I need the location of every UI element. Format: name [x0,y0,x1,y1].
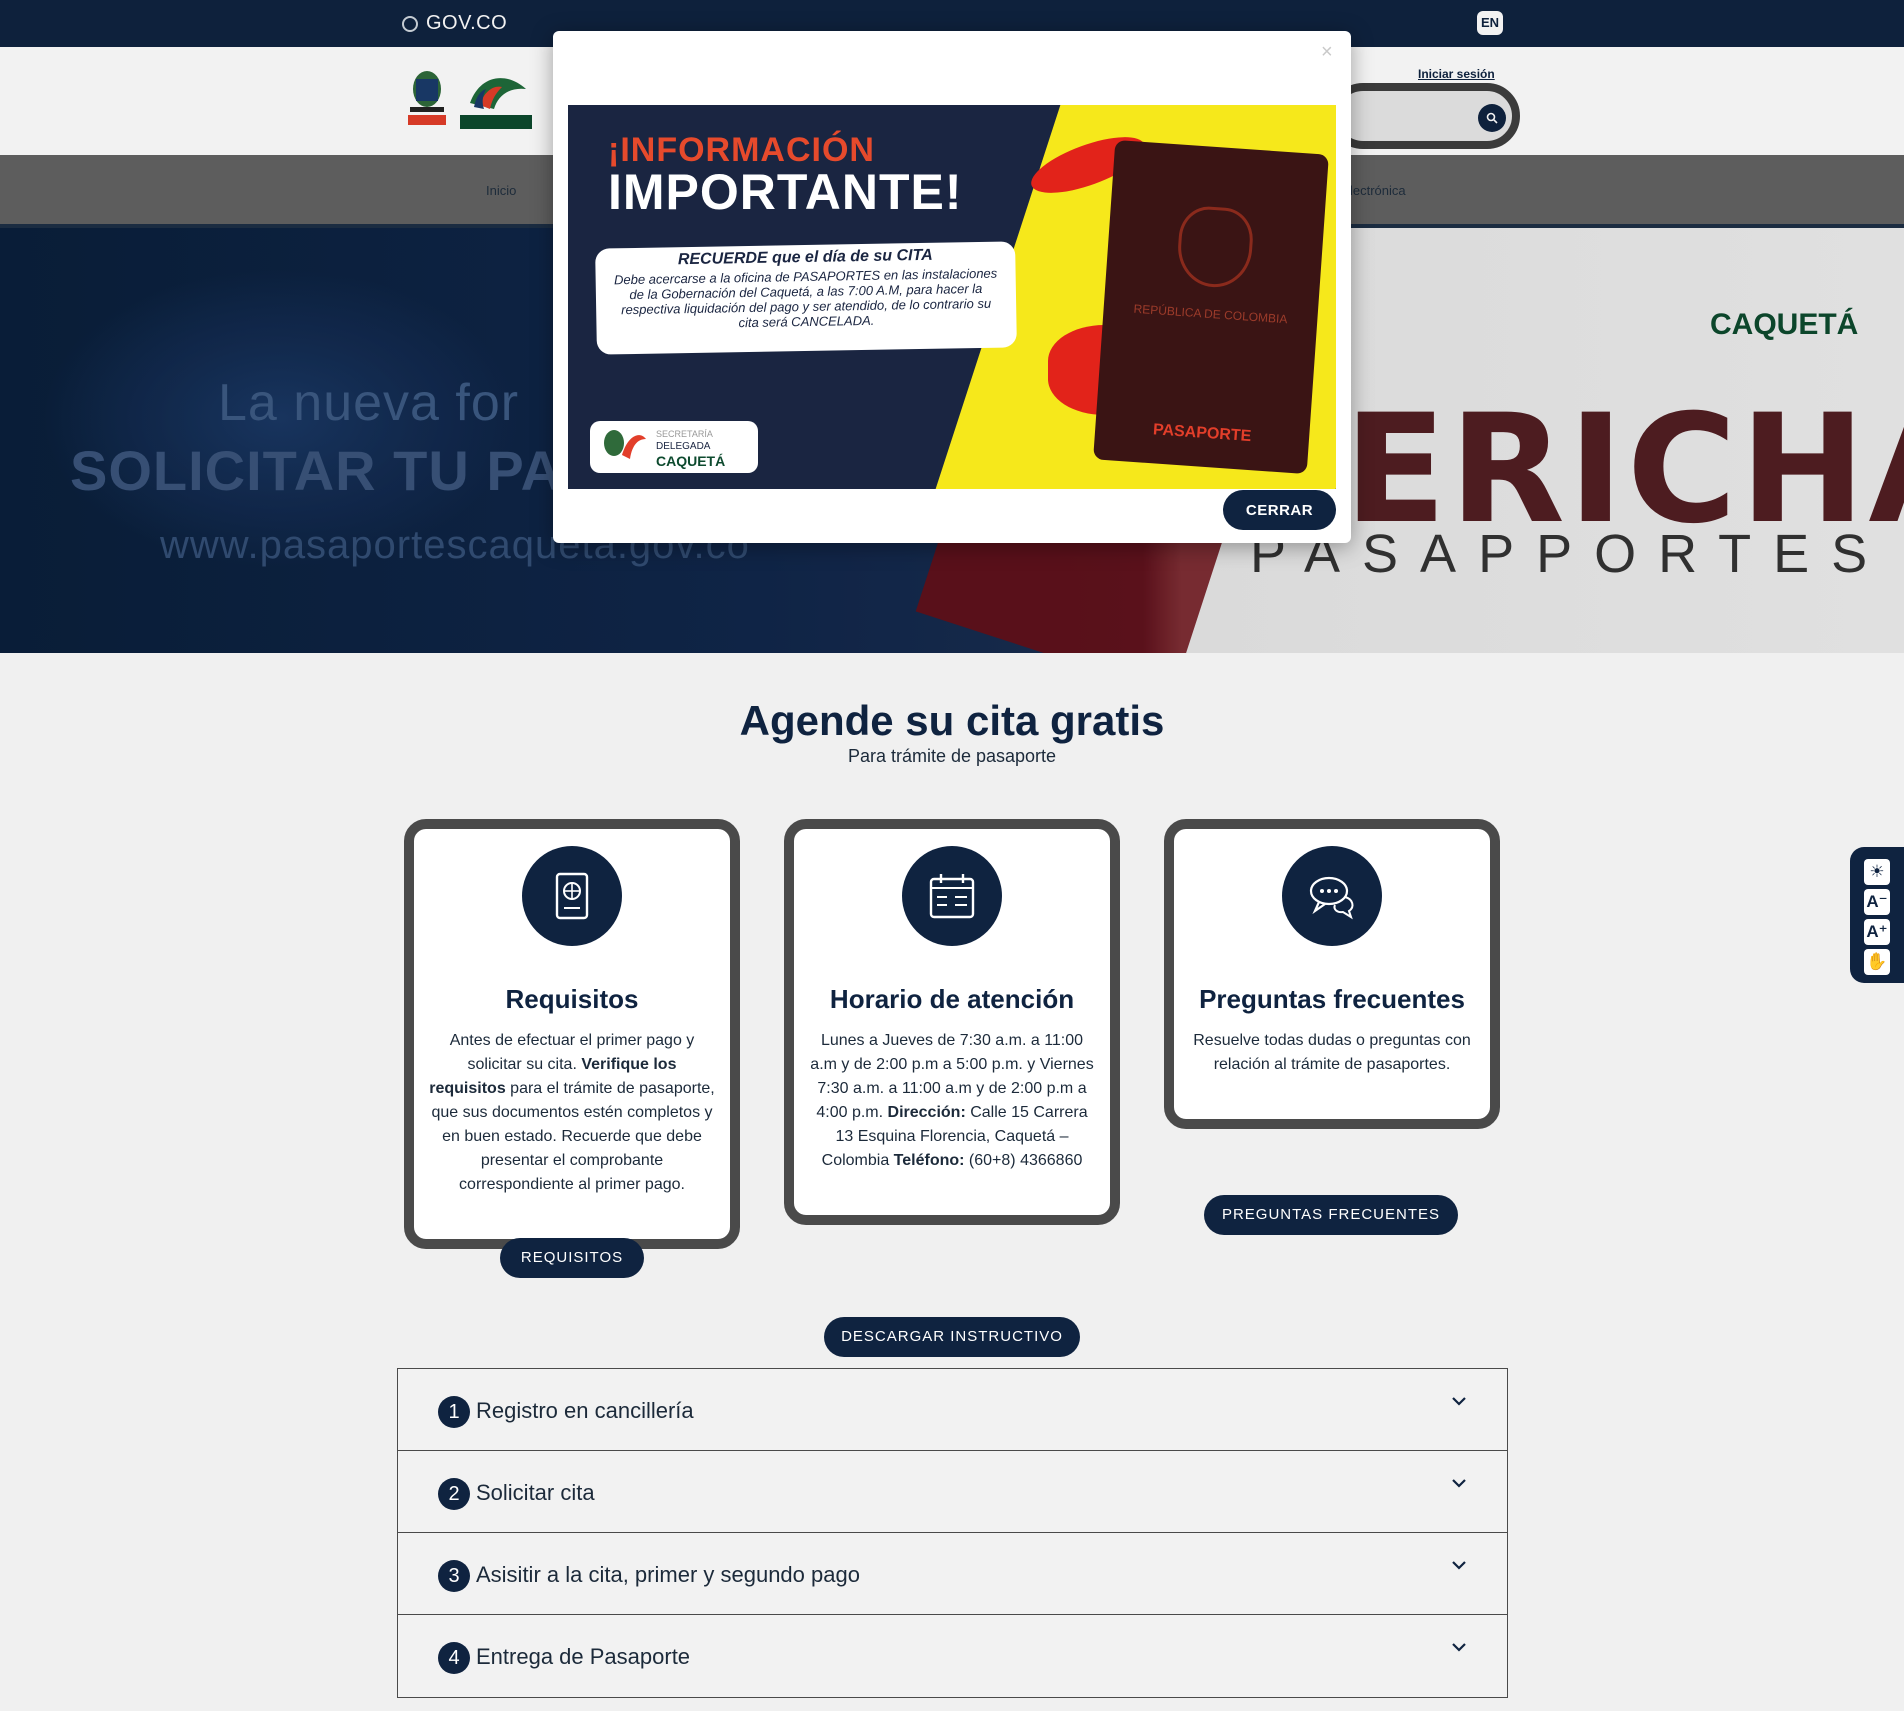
accessibility-toolbar: ☀ A⁻ A⁺ ✋ [1850,847,1904,983]
section-title: Agende su cita gratis [739,697,1165,744]
card-icon-circle [1282,846,1382,946]
promo-passport: REPÚBLICA DE COLOMBIA PASAPORTE [1093,139,1329,475]
card-requisitos: Requisitos Antes de efectuar el primer p… [404,819,740,1249]
accordion-item[interactable]: 2 Solicitar cita [398,1451,1507,1533]
card-body: Lunes a Jueves de 7:30 a.m. a 11:00 a.m … [808,1029,1096,1173]
preguntas-frecuentes-button[interactable]: PREGUNTAS FRECUENTES [1204,1195,1458,1235]
calendar-icon [929,874,975,919]
modal-close-button[interactable]: CERRAR [1223,490,1336,530]
coat-of-arms-icon [1175,204,1255,290]
section-subtitle: Para trámite de pasaporte [847,746,1057,766]
accordion-item[interactable]: 3 Asisitir a la cita, primer y segundo p… [398,1533,1507,1615]
promo-image: REPÚBLICA DE COLOMBIA PASAPORTE ¡INFORMA… [568,105,1336,489]
card-horario: Horario de atención Lunes a Jueves de 7:… [784,819,1120,1225]
promo-note-body: Debe acercarse a la oficina de PASAPORTE… [613,265,998,331]
promo-passport-country: REPÚBLICA DE COLOMBIA [1133,301,1288,327]
increase-font-icon[interactable]: A⁺ [1864,919,1890,945]
card-phone-text: (60+8) 4366860 [964,1152,1083,1169]
steps-accordion: 1 Registro en cancillería 2 Solicitar ci… [397,1368,1508,1698]
accordion-item-label: Asisitir a la cita, primer y segundo pag… [476,1562,860,1587]
chevron-down-icon [1452,1397,1466,1406]
card-title: Requisitos [505,984,639,1014]
passport-icon [555,872,589,920]
promo-badge-line3: CAQUETÁ [656,453,726,469]
chevron-down-icon [1452,1561,1466,1570]
accordion-item[interactable]: 1 Registro en cancillería [398,1369,1507,1451]
promo-badge: SECRETARÍA DELEGADA CAQUETÁ [590,421,758,473]
card-preguntas: Preguntas frecuentes Resuelve todas duda… [1164,819,1500,1129]
promo-badge-line1: SECRETARÍA [656,429,713,439]
sign-language-icon[interactable]: ✋ [1864,949,1890,975]
card-icon-circle [902,846,1002,946]
chevron-down-icon [1452,1479,1466,1488]
promo-headline-2: IMPORTANTE! [608,164,963,220]
info-modal: × REPÚBLICA DE COLOMBIA PASAPORTE ¡INFOR… [553,31,1351,543]
card-icon-circle [522,846,622,946]
step-number: 1 [438,1396,470,1428]
chat-icon [1309,876,1354,920]
step-number: 3 [438,1560,470,1592]
caqueta-badge-icon [604,430,646,459]
accordion-item[interactable]: 4 Entrega de Pasaporte [398,1615,1507,1697]
card-title: Horario de atención [829,984,1075,1014]
requisitos-button[interactable]: REQUISITOS [500,1238,644,1278]
card-phone-label: Teléfono: [893,1152,965,1169]
promo-passport-label: PASAPORTE [1152,421,1252,446]
decrease-font-icon[interactable]: A⁻ [1864,889,1890,915]
card-title: Preguntas frecuentes [1199,984,1465,1014]
contrast-icon[interactable]: ☀ [1864,859,1890,885]
modal-close-icon[interactable]: × [1321,41,1333,64]
step-number: 4 [438,1642,470,1674]
card-body: Resuelve todas dudas o preguntas con rel… [1193,1032,1471,1073]
download-instructivo-button[interactable]: DESCARGAR INSTRUCTIVO [824,1317,1080,1357]
card-body: Antes de efectuar el primer pago y solic… [428,1029,716,1197]
promo-note: RECUERDE que el día de su CITA Debe acer… [595,241,1017,355]
accordion-item-label: Entrega de Pasaporte [476,1644,691,1669]
card-address-label: Dirección: [887,1104,966,1121]
promo-badge-line2: DELEGADA [656,441,711,452]
accordion-item-label: Solicitar cita [476,1480,595,1505]
step-number: 2 [438,1478,470,1510]
chevron-down-icon [1452,1643,1466,1652]
accordion-item-label: Registro en cancillería [476,1398,694,1423]
